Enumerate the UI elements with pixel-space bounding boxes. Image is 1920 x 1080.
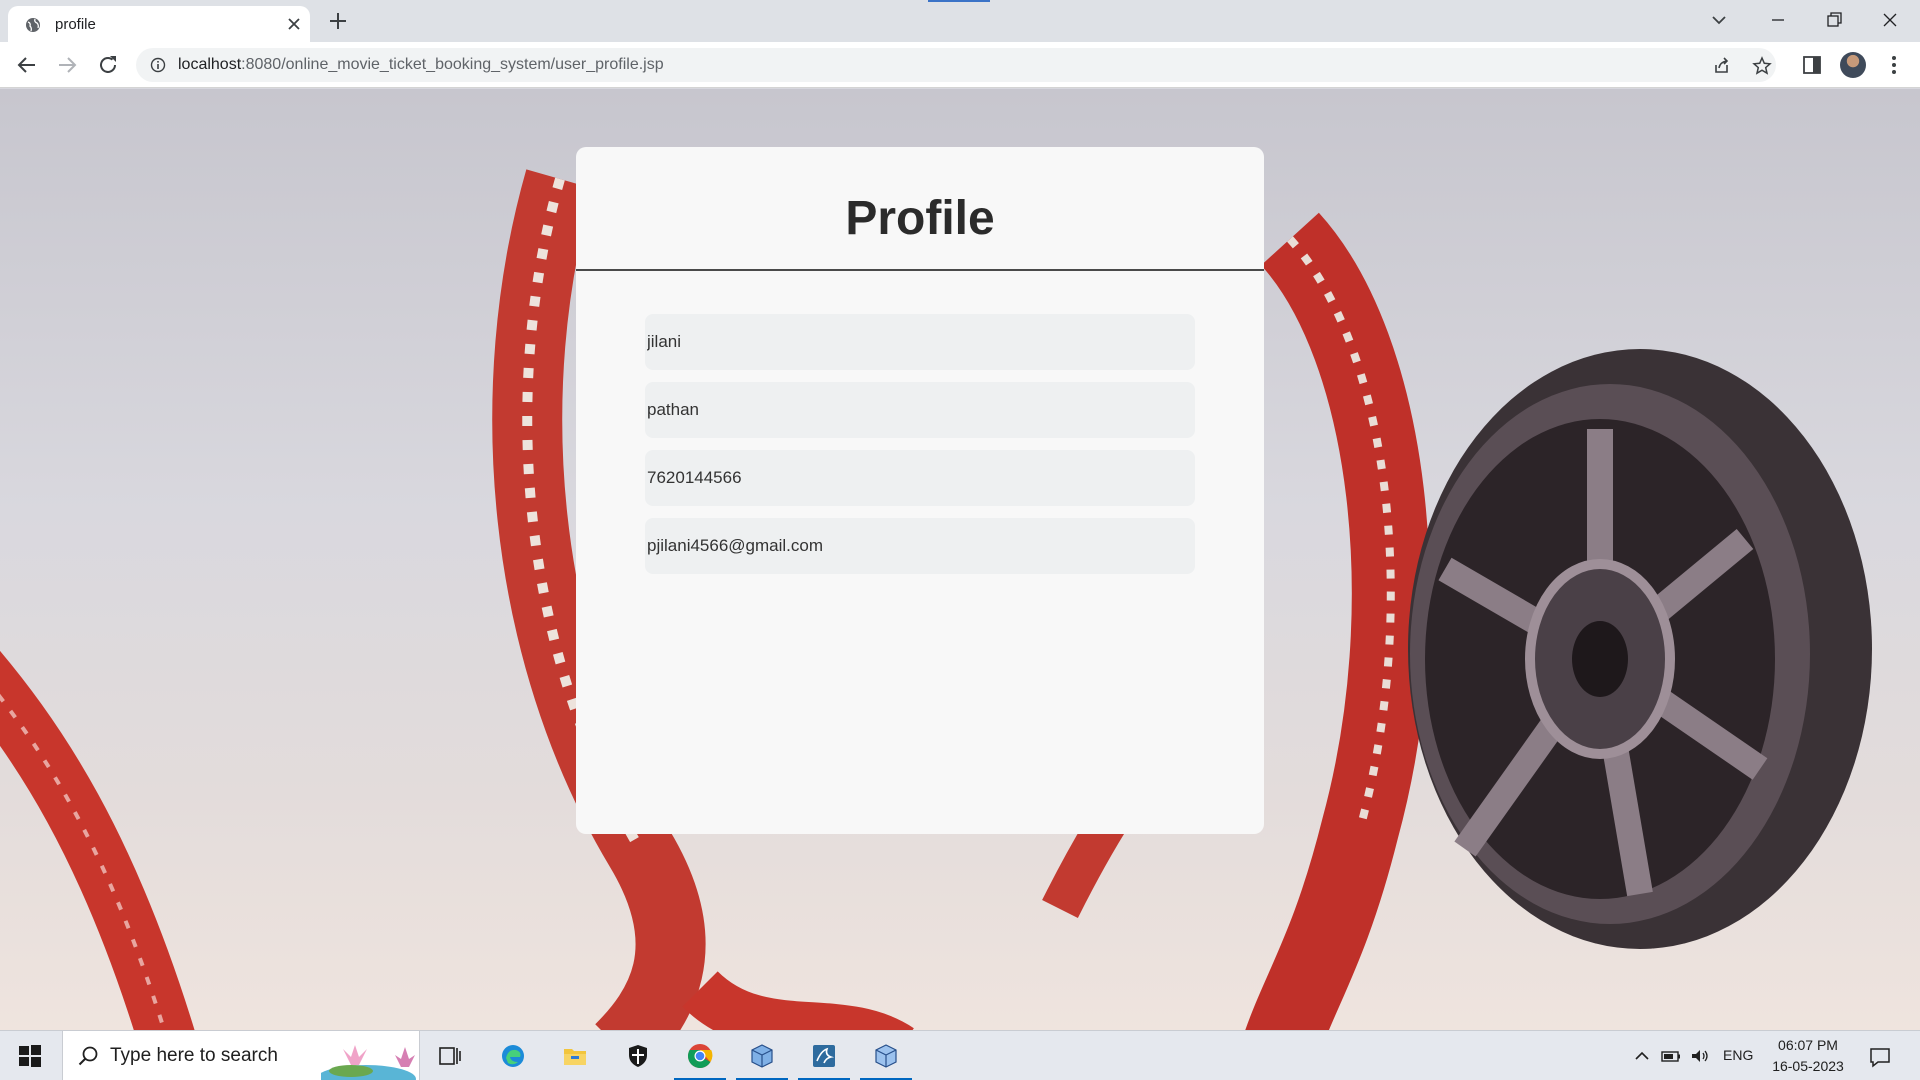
url-host: localhost bbox=[178, 56, 242, 73]
info-icon[interactable] bbox=[150, 57, 166, 73]
search-icon bbox=[78, 1046, 98, 1066]
minimize-icon[interactable] bbox=[1766, 9, 1790, 31]
cube-icon bbox=[751, 1044, 773, 1068]
taskbar-security[interactable] bbox=[608, 1031, 668, 1080]
sidepanel-icon[interactable] bbox=[1801, 54, 1823, 76]
taskbar-app-cube[interactable] bbox=[732, 1031, 792, 1080]
star-icon[interactable] bbox=[1752, 56, 1772, 76]
more-icon[interactable] bbox=[1883, 54, 1905, 76]
shield-icon bbox=[629, 1045, 647, 1067]
url-path: :8080/online_movie_ticket_booking_system… bbox=[241, 56, 664, 73]
start-button[interactable] bbox=[0, 1031, 60, 1080]
chevron-up-icon[interactable] bbox=[1632, 1046, 1652, 1066]
clock-time[interactable]: 06:07 PM bbox=[1762, 1037, 1854, 1053]
browser-toolbar: localhost:8080/online_movie_ticket_booki… bbox=[0, 42, 1920, 88]
tab-strip: profile bbox=[0, 0, 1920, 42]
taskbar-app-cube-2[interactable] bbox=[856, 1031, 916, 1080]
share-icon[interactable] bbox=[1712, 56, 1732, 76]
taskbar-file-explorer[interactable] bbox=[545, 1031, 605, 1080]
page-title: Profile bbox=[845, 192, 995, 245]
reload-icon[interactable] bbox=[96, 53, 120, 77]
close-icon[interactable] bbox=[1878, 9, 1902, 31]
avatar[interactable] bbox=[1840, 52, 1866, 78]
task-view-icon bbox=[439, 1047, 461, 1065]
restore-icon[interactable] bbox=[1822, 9, 1846, 31]
window-accent-line bbox=[928, 0, 990, 2]
chrome-icon bbox=[687, 1044, 713, 1069]
edge-icon bbox=[502, 1045, 524, 1067]
plus-icon[interactable] bbox=[326, 9, 350, 33]
taskbar-mysql-workbench[interactable] bbox=[794, 1031, 854, 1080]
page-viewport: Profile bbox=[0, 89, 1920, 1030]
cube-icon bbox=[875, 1044, 897, 1068]
email-field[interactable] bbox=[645, 518, 1195, 574]
battery-icon[interactable] bbox=[1661, 1046, 1681, 1066]
url-text: localhost:8080/online_movie_ticket_booki… bbox=[178, 56, 664, 74]
task-view-button[interactable] bbox=[420, 1031, 480, 1080]
clock-date[interactable]: 16-05-2023 bbox=[1762, 1058, 1854, 1074]
mysql-workbench-icon bbox=[813, 1045, 835, 1067]
title-divider bbox=[576, 269, 1264, 271]
file-explorer-icon bbox=[564, 1049, 586, 1065]
taskbar: Type here to search ENG 06:07 PM 16-05-2… bbox=[0, 1030, 1920, 1080]
back-icon[interactable] bbox=[15, 53, 39, 77]
volume-icon[interactable] bbox=[1690, 1046, 1710, 1066]
chevron-down-icon[interactable] bbox=[1708, 9, 1730, 31]
phone-field[interactable] bbox=[645, 450, 1195, 506]
address-bar[interactable]: localhost:8080/online_movie_ticket_booki… bbox=[136, 48, 1776, 82]
notification-icon[interactable] bbox=[1868, 1045, 1892, 1069]
taskbar-chrome[interactable] bbox=[670, 1031, 730, 1080]
forward-icon[interactable] bbox=[55, 53, 79, 77]
last-name-field[interactable] bbox=[645, 382, 1195, 438]
browser-tab[interactable]: profile bbox=[8, 6, 310, 42]
globe-icon bbox=[26, 18, 40, 32]
taskbar-edge[interactable] bbox=[483, 1031, 543, 1080]
lotus-search-highlight bbox=[321, 1045, 416, 1080]
windows-start-icon bbox=[19, 1045, 41, 1067]
taskbar-search[interactable]: Type here to search bbox=[62, 1031, 420, 1080]
language-indicator[interactable]: ENG bbox=[1723, 1047, 1753, 1063]
tab-title: profile bbox=[55, 16, 96, 33]
profile-card: Profile bbox=[576, 147, 1264, 834]
first-name-field[interactable] bbox=[645, 314, 1195, 370]
close-icon[interactable] bbox=[286, 16, 302, 32]
search-placeholder: Type here to search bbox=[110, 1045, 278, 1066]
